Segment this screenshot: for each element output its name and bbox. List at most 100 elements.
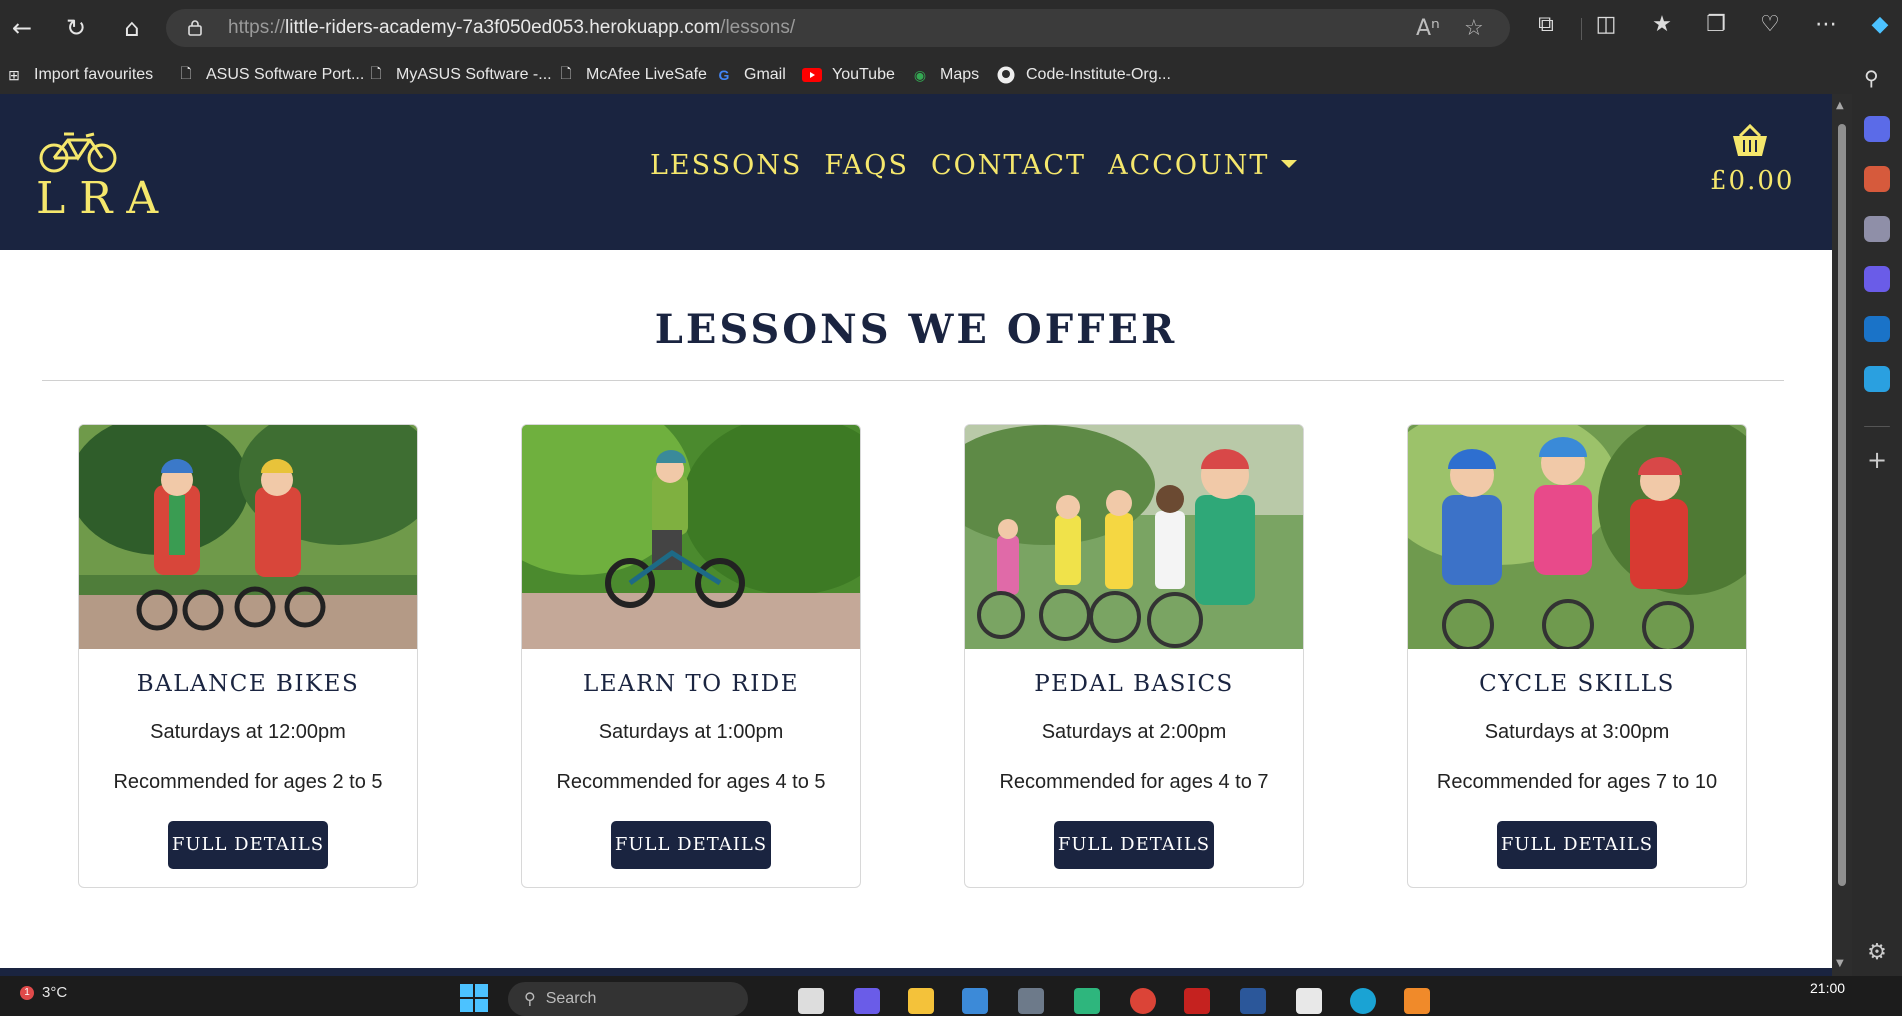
firefox-icon[interactable] <box>1404 988 1430 1014</box>
nav-lessons[interactable]: LESSONS <box>650 150 802 181</box>
site-logo[interactable]: LRA <box>26 128 158 224</box>
weather-widget[interactable]: 1 3°C <box>20 984 67 1001</box>
sidebar-search-icon[interactable]: ⚲ <box>1864 66 1890 92</box>
gmail-app-icon[interactable] <box>1184 988 1210 1014</box>
url-path: /lessons/ <box>720 17 796 38</box>
logo-text: LRA <box>36 173 173 224</box>
lesson-photo-balance-bikes <box>79 425 417 649</box>
home-icon[interactable]: ⌂ <box>116 12 148 44</box>
store-icon[interactable] <box>962 988 988 1014</box>
bicycle-icon <box>39 132 117 173</box>
lesson-card-cycle-skills: CYCLE SKILLS Saturdays at 3:00pm Recomme… <box>1407 424 1747 888</box>
lesson-card-balance-bikes: BALANCE BIKES Saturdays at 12:00pm Recom… <box>78 424 418 888</box>
nav-contact[interactable]: CONTACT <box>931 150 1086 181</box>
bookmark-youtube[interactable]: YouTube <box>802 62 895 88</box>
start-windows-icon[interactable] <box>460 984 490 1012</box>
lesson-photo-learn-to-ride <box>522 425 860 649</box>
sidebar-games-icon[interactable] <box>1864 216 1890 242</box>
sidebar-settings-icon[interactable]: ⚙ <box>1864 940 1890 966</box>
lesson-age: Recommended for ages 4 to 7 <box>999 771 1269 793</box>
settings-app-icon[interactable] <box>1018 988 1044 1014</box>
bookmark-code-institute[interactable]: Code-Institute-Org... <box>996 62 1171 88</box>
page-icon: 🗋 <box>370 65 382 81</box>
sidebar-drop-icon[interactable] <box>1864 366 1890 392</box>
caret-down-icon <box>1281 159 1298 168</box>
full-details-button[interactable]: FULL DETAILS <box>1054 821 1214 869</box>
import-icon: ⊞ <box>8 66 20 83</box>
favourites-icon[interactable]: ★ <box>1646 12 1678 37</box>
lesson-card-pedal-basics: PEDAL BASICS Saturdays at 2:00pm Recomme… <box>964 424 1304 888</box>
slack-icon[interactable] <box>1074 988 1100 1014</box>
edge-sidebar: ⚲ + ⚙ <box>1852 56 1902 976</box>
browser-essentials-icon[interactable]: ♡ <box>1754 12 1786 37</box>
lesson-time: Saturdays at 2:00pm <box>1041 721 1227 743</box>
lesson-card-learn-to-ride: LEARN TO RIDE Saturdays at 1:00pm Recomm… <box>521 424 861 888</box>
google-icon: G <box>718 67 730 83</box>
chrome-icon[interactable] <box>1130 988 1156 1014</box>
split-screen-icon[interactable]: ◫ <box>1590 12 1622 37</box>
page-scrollbar[interactable]: ▲ ▼ <box>1832 94 1852 976</box>
taskbar-search[interactable]: ⚲ Search <box>508 982 748 1016</box>
edge-icon[interactable] <box>1350 988 1376 1014</box>
address-url[interactable]: https://little-riders-academy-7a3f050ed0… <box>228 9 795 47</box>
full-details-button[interactable]: FULL DETAILS <box>168 821 328 869</box>
browser-chrome: ← ↻ ⌂ https://little-riders-academy-7a3f… <box>0 0 1902 94</box>
sidebar-shopping-icon[interactable] <box>1864 116 1890 142</box>
bookmark-label: Code-Institute-Org... <box>1026 66 1171 83</box>
bookmark-asus-software-portal[interactable]: 🗋 ASUS Software Port... <box>176 62 364 88</box>
notepad-icon[interactable] <box>1296 988 1322 1014</box>
copilot-icon[interactable]: ◆ <box>1864 12 1896 37</box>
lesson-time: Saturdays at 12:00pm <box>150 721 346 743</box>
teams-icon[interactable] <box>854 988 880 1014</box>
full-details-button[interactable]: FULL DETAILS <box>1497 821 1657 869</box>
sidebar-tools-icon[interactable] <box>1864 166 1890 192</box>
github-icon <box>996 65 1016 85</box>
browser-toolbar: ← ↻ ⌂ https://little-riders-academy-7a3f… <box>0 0 1902 56</box>
nav-account-label: ACCOUNT <box>1108 150 1270 181</box>
extensions-icon[interactable]: ⧉ <box>1530 12 1562 37</box>
scroll-thumb[interactable] <box>1838 124 1846 886</box>
system-clock[interactable]: 21:00 <box>1810 980 1845 996</box>
task-view-icon[interactable] <box>798 988 824 1014</box>
basket-link[interactable]: £0.00 <box>1710 123 1795 196</box>
bookmark-label: McAfee LiveSafe <box>586 66 707 83</box>
address-bar[interactable]: https://little-riders-academy-7a3f050ed0… <box>166 9 1510 47</box>
scroll-down-icon[interactable]: ▼ <box>1836 958 1844 969</box>
sidebar-copilot-icon[interactable] <box>1864 266 1890 292</box>
lesson-time: Saturdays at 1:00pm <box>598 721 784 743</box>
read-aloud-icon[interactable]: Aⁿ <box>1416 16 1440 41</box>
collections-icon[interactable]: ❐ <box>1700 12 1732 37</box>
back-arrow-icon[interactable]: ← <box>6 12 38 44</box>
windows-taskbar: 1 3°C ⚲ Search 21:00 <box>0 976 1902 1016</box>
lesson-photo-cycle-skills <box>1408 425 1746 649</box>
search-placeholder: Search <box>545 990 597 1007</box>
more-menu-icon[interactable]: ⋯ <box>1810 12 1842 37</box>
lesson-title: LEARN TO RIDE <box>582 671 800 697</box>
weather-badge: 1 <box>20 985 34 1000</box>
basket-total: £0.00 <box>1710 166 1795 196</box>
favourite-star-icon[interactable]: ☆ <box>1464 16 1484 41</box>
lesson-title: PEDAL BASICS <box>1034 671 1234 697</box>
page-icon: 🗋 <box>180 65 192 81</box>
bookmark-myasus-software[interactable]: 🗋 MyASUS Software -... <box>366 62 552 88</box>
site-header: LRA LESSONS FAQS CONTACT ACCOUNT £0.00 <box>0 94 1832 250</box>
scroll-up-icon[interactable]: ▲ <box>1836 100 1844 111</box>
refresh-icon[interactable]: ↻ <box>60 12 92 44</box>
nav-faqs[interactable]: FAQS <box>824 150 909 181</box>
sidebar-outlook-icon[interactable] <box>1864 316 1890 342</box>
word-icon[interactable] <box>1240 988 1266 1014</box>
lock-icon <box>188 20 202 36</box>
lesson-age: Recommended for ages 7 to 10 <box>1436 771 1718 793</box>
bookmark-mcafee-livesafe[interactable]: 🗋 McAfee LiveSafe <box>556 62 707 88</box>
nav-account[interactable]: ACCOUNT <box>1108 150 1298 181</box>
bookmark-import-favourites[interactable]: ⊞ Import favourites <box>4 62 153 88</box>
full-details-button[interactable]: FULL DETAILS <box>611 821 771 869</box>
bookmark-label: MyASUS Software -... <box>396 66 552 83</box>
sidebar-divider <box>1864 426 1890 427</box>
bookmark-label: Maps <box>940 66 980 83</box>
file-explorer-icon[interactable] <box>908 988 934 1014</box>
bookmark-gmail[interactable]: G Gmail <box>714 62 786 88</box>
bookmark-maps[interactable]: ◉ Maps <box>910 62 979 88</box>
search-icon: ⚲ <box>524 991 536 1008</box>
sidebar-add-icon[interactable]: + <box>1864 446 1890 474</box>
